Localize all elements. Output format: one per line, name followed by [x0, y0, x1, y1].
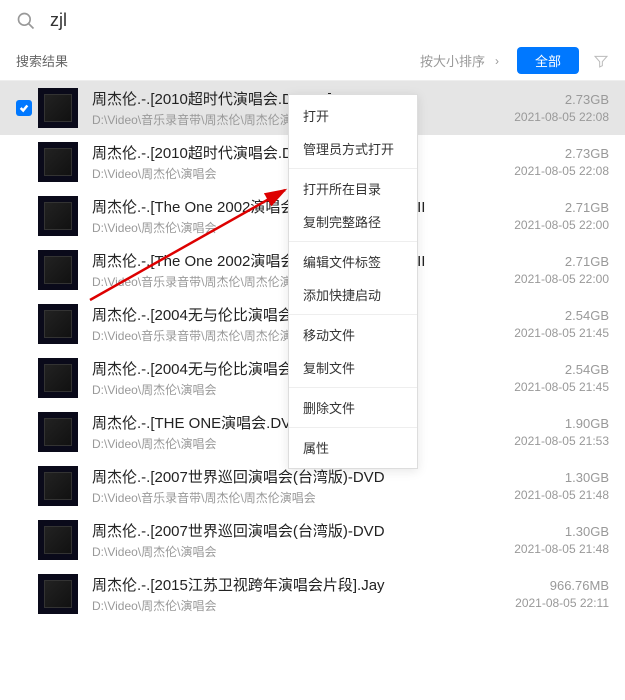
menu-item[interactable]: 属性 — [289, 431, 417, 464]
row-meta: 1.30GB 2021-08-05 21:48 — [514, 470, 609, 502]
row-date: 2021-08-05 21:48 — [514, 542, 609, 556]
row-date: 2021-08-05 21:53 — [514, 434, 609, 448]
row-date: 2021-08-05 22:00 — [514, 272, 609, 286]
thumbnail — [38, 358, 78, 398]
menu-item[interactable]: 编辑文件标签 — [289, 245, 417, 278]
menu-item[interactable]: 移动文件 — [289, 318, 417, 351]
row-meta: 2.71GB 2021-08-05 22:00 — [514, 200, 609, 232]
menu-item[interactable]: 删除文件 — [289, 391, 417, 424]
checkbox-slot[interactable] — [10, 100, 38, 116]
chevron-right-icon: › — [495, 54, 499, 68]
menu-divider — [289, 168, 417, 169]
row-size: 1.30GB — [514, 470, 609, 485]
thumbnail — [38, 250, 78, 290]
search-input[interactable] — [50, 10, 609, 31]
row-size: 2.73GB — [514, 92, 609, 107]
search-icon — [16, 11, 36, 31]
row-date: 2021-08-05 21:45 — [514, 326, 609, 340]
thumbnail — [38, 304, 78, 344]
menu-item[interactable]: 添加快捷启动 — [289, 278, 417, 311]
menu-divider — [289, 314, 417, 315]
menu-divider — [289, 241, 417, 242]
row-date: 2021-08-05 22:08 — [514, 164, 609, 178]
row-meta: 2.71GB 2021-08-05 22:00 — [514, 254, 609, 286]
row-size: 2.73GB — [514, 146, 609, 161]
menu-item[interactable]: 管理员方式打开 — [289, 132, 417, 165]
menu-item[interactable]: 复制完整路径 — [289, 205, 417, 238]
context-menu: 打开管理员方式打开打开所在目录复制完整路径编辑文件标签添加快捷启动移动文件复制文… — [288, 94, 418, 469]
sort-button[interactable]: 按大小排序 — [420, 51, 485, 70]
row-date: 2021-08-05 21:45 — [514, 380, 609, 394]
row-meta: 2.73GB 2021-08-05 22:08 — [514, 146, 609, 178]
row-size: 2.71GB — [514, 254, 609, 269]
row-date: 2021-08-05 22:11 — [515, 596, 609, 610]
thumbnail — [38, 574, 78, 614]
thumbnail — [38, 88, 78, 128]
thumbnail — [38, 466, 78, 506]
row-meta: 2.73GB 2021-08-05 22:08 — [514, 92, 609, 124]
filter-icon[interactable] — [593, 53, 609, 69]
row-meta: 2.54GB 2021-08-05 21:45 — [514, 362, 609, 394]
thumbnail — [38, 520, 78, 560]
row-meta: 2.54GB 2021-08-05 21:45 — [514, 308, 609, 340]
result-row[interactable]: 周杰伦.-.[2015江苏卫视跨年演唱会片段].Jay D:\Video\周杰伦\… — [0, 567, 625, 621]
row-title: 周杰伦.-.[2007世界巡回演唱会(台湾版)-DVD — [92, 520, 506, 541]
row-path: D:\Video\周杰伦\演唱会 — [92, 543, 506, 560]
menu-divider — [289, 387, 417, 388]
thumbnail — [38, 412, 78, 452]
row-text: 周杰伦.-.[2007世界巡回演唱会(台湾版)-DVD D:\Video\音乐录音… — [92, 466, 506, 506]
row-title: 周杰伦.-.[2015江苏卫视跨年演唱会片段].Jay — [92, 574, 507, 595]
row-text: 周杰伦.-.[2007世界巡回演唱会(台湾版)-DVD D:\Video\周杰伦\… — [92, 520, 506, 560]
menu-divider — [289, 427, 417, 428]
row-size: 2.54GB — [514, 362, 609, 377]
row-path: D:\Video\周杰伦\演唱会 — [92, 597, 507, 614]
menu-item[interactable]: 打开所在目录 — [289, 172, 417, 205]
menu-item[interactable]: 打开 — [289, 99, 417, 132]
checkbox-checked-icon[interactable] — [16, 100, 32, 116]
search-bar — [0, 0, 625, 41]
thumbnail — [38, 142, 78, 182]
row-date: 2021-08-05 22:08 — [514, 110, 609, 124]
row-meta: 1.90GB 2021-08-05 21:53 — [514, 416, 609, 448]
row-date: 2021-08-05 21:48 — [514, 488, 609, 502]
row-path: D:\Video\音乐录音带\周杰伦\周杰伦演唱会 — [92, 489, 506, 506]
results-label: 搜索结果 — [16, 51, 420, 70]
toolbar: 搜索结果 按大小排序 › 全部 — [0, 41, 625, 81]
row-date: 2021-08-05 22:00 — [514, 218, 609, 232]
row-title: 周杰伦.-.[2007世界巡回演唱会(台湾版)-DVD — [92, 466, 506, 487]
row-text: 周杰伦.-.[2015江苏卫视跨年演唱会片段].Jay D:\Video\周杰伦\… — [92, 574, 507, 614]
result-row[interactable]: 周杰伦.-.[2007世界巡回演唱会(台湾版)-DVD D:\Video\周杰伦\… — [0, 513, 625, 567]
row-size: 966.76MB — [515, 578, 609, 593]
menu-item[interactable]: 复制文件 — [289, 351, 417, 384]
row-size: 2.71GB — [514, 200, 609, 215]
row-size: 1.30GB — [514, 524, 609, 539]
row-size: 1.90GB — [514, 416, 609, 431]
all-button[interactable]: 全部 — [517, 47, 579, 74]
row-size: 2.54GB — [514, 308, 609, 323]
thumbnail — [38, 196, 78, 236]
row-meta: 1.30GB 2021-08-05 21:48 — [514, 524, 609, 556]
row-meta: 966.76MB 2021-08-05 22:11 — [515, 578, 609, 610]
